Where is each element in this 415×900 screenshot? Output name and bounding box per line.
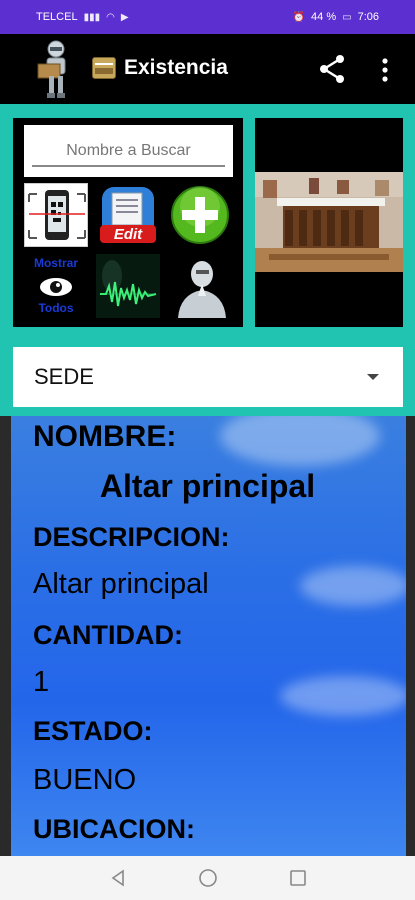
folder-icon: [92, 57, 116, 79]
robot-logo-icon: [37, 40, 66, 98]
home-icon[interactable]: [198, 868, 218, 888]
item-photo-image[interactable]: [255, 172, 403, 272]
nombre-label: NOMBRE:: [33, 420, 177, 453]
descripcion-label: DESCRIPCION:: [33, 522, 230, 552]
sede-dropdown-value: SEDE: [34, 364, 94, 389]
title-group: Existencia: [92, 56, 228, 80]
carrier-text: TELCEL: [36, 11, 78, 23]
system-nav-bar: [0, 856, 415, 900]
scan-qr-button[interactable]: [24, 183, 88, 247]
sede-dropdown[interactable]: SEDE: [13, 347, 403, 407]
item-detail-panel: NOMBRE: Altar principal DESCRIPCION: Alt…: [0, 416, 415, 856]
share-icon[interactable]: [318, 54, 346, 84]
sound-wave-icon: [100, 260, 157, 307]
robot-pray-icon: [178, 261, 226, 318]
edit-button[interactable]: Edit: [96, 183, 160, 247]
show-all-label-bottom: Todos: [38, 301, 74, 315]
alarm-icon: ⏰: [292, 11, 306, 23]
descripcion-value: Altar principal: [33, 568, 209, 600]
cloud-decoration: [220, 416, 380, 466]
video-icon: ▶: [120, 11, 129, 23]
cantidad-value: 1: [33, 666, 50, 698]
qr-scan-icon: [28, 190, 86, 240]
add-button[interactable]: [168, 183, 232, 247]
estado-value: BUENO: [33, 764, 137, 796]
search-input[interactable]: [32, 137, 225, 167]
status-bar: TELCEL ▮▮▮ ◠ ▶ ⏰ 44 % ▭ 7:06: [0, 0, 415, 34]
search-box: [24, 125, 233, 177]
signal-icon: ▮▮▮: [83, 11, 101, 23]
ubicacion-label: UBICACION:: [33, 814, 195, 844]
plus-icon: [171, 186, 229, 244]
battery-percent: 44 %: [311, 11, 337, 23]
ai-assistant-button[interactable]: [168, 254, 232, 318]
cloud-decoration: [300, 566, 410, 606]
estado-label: ESTADO:: [33, 716, 153, 746]
clock: 7:06: [357, 11, 379, 23]
back-icon[interactable]: [108, 868, 128, 888]
wifi-icon: ◠: [106, 11, 115, 23]
cantidad-label: CANTIDAD:: [33, 620, 183, 650]
page-title: Existencia: [124, 56, 228, 79]
battery-icon: ▭: [342, 11, 352, 23]
voice-search-button[interactable]: [96, 254, 160, 318]
edit-label: Edit: [113, 226, 143, 243]
cloud-decoration: [280, 676, 410, 716]
show-all-button[interactable]: Mostrar Todos: [24, 254, 88, 318]
nombre-value: Altar principal: [99, 468, 316, 504]
more-vert-icon[interactable]: [378, 58, 392, 82]
recents-icon[interactable]: [288, 868, 308, 888]
dropdown-arrow-icon: [367, 374, 379, 380]
